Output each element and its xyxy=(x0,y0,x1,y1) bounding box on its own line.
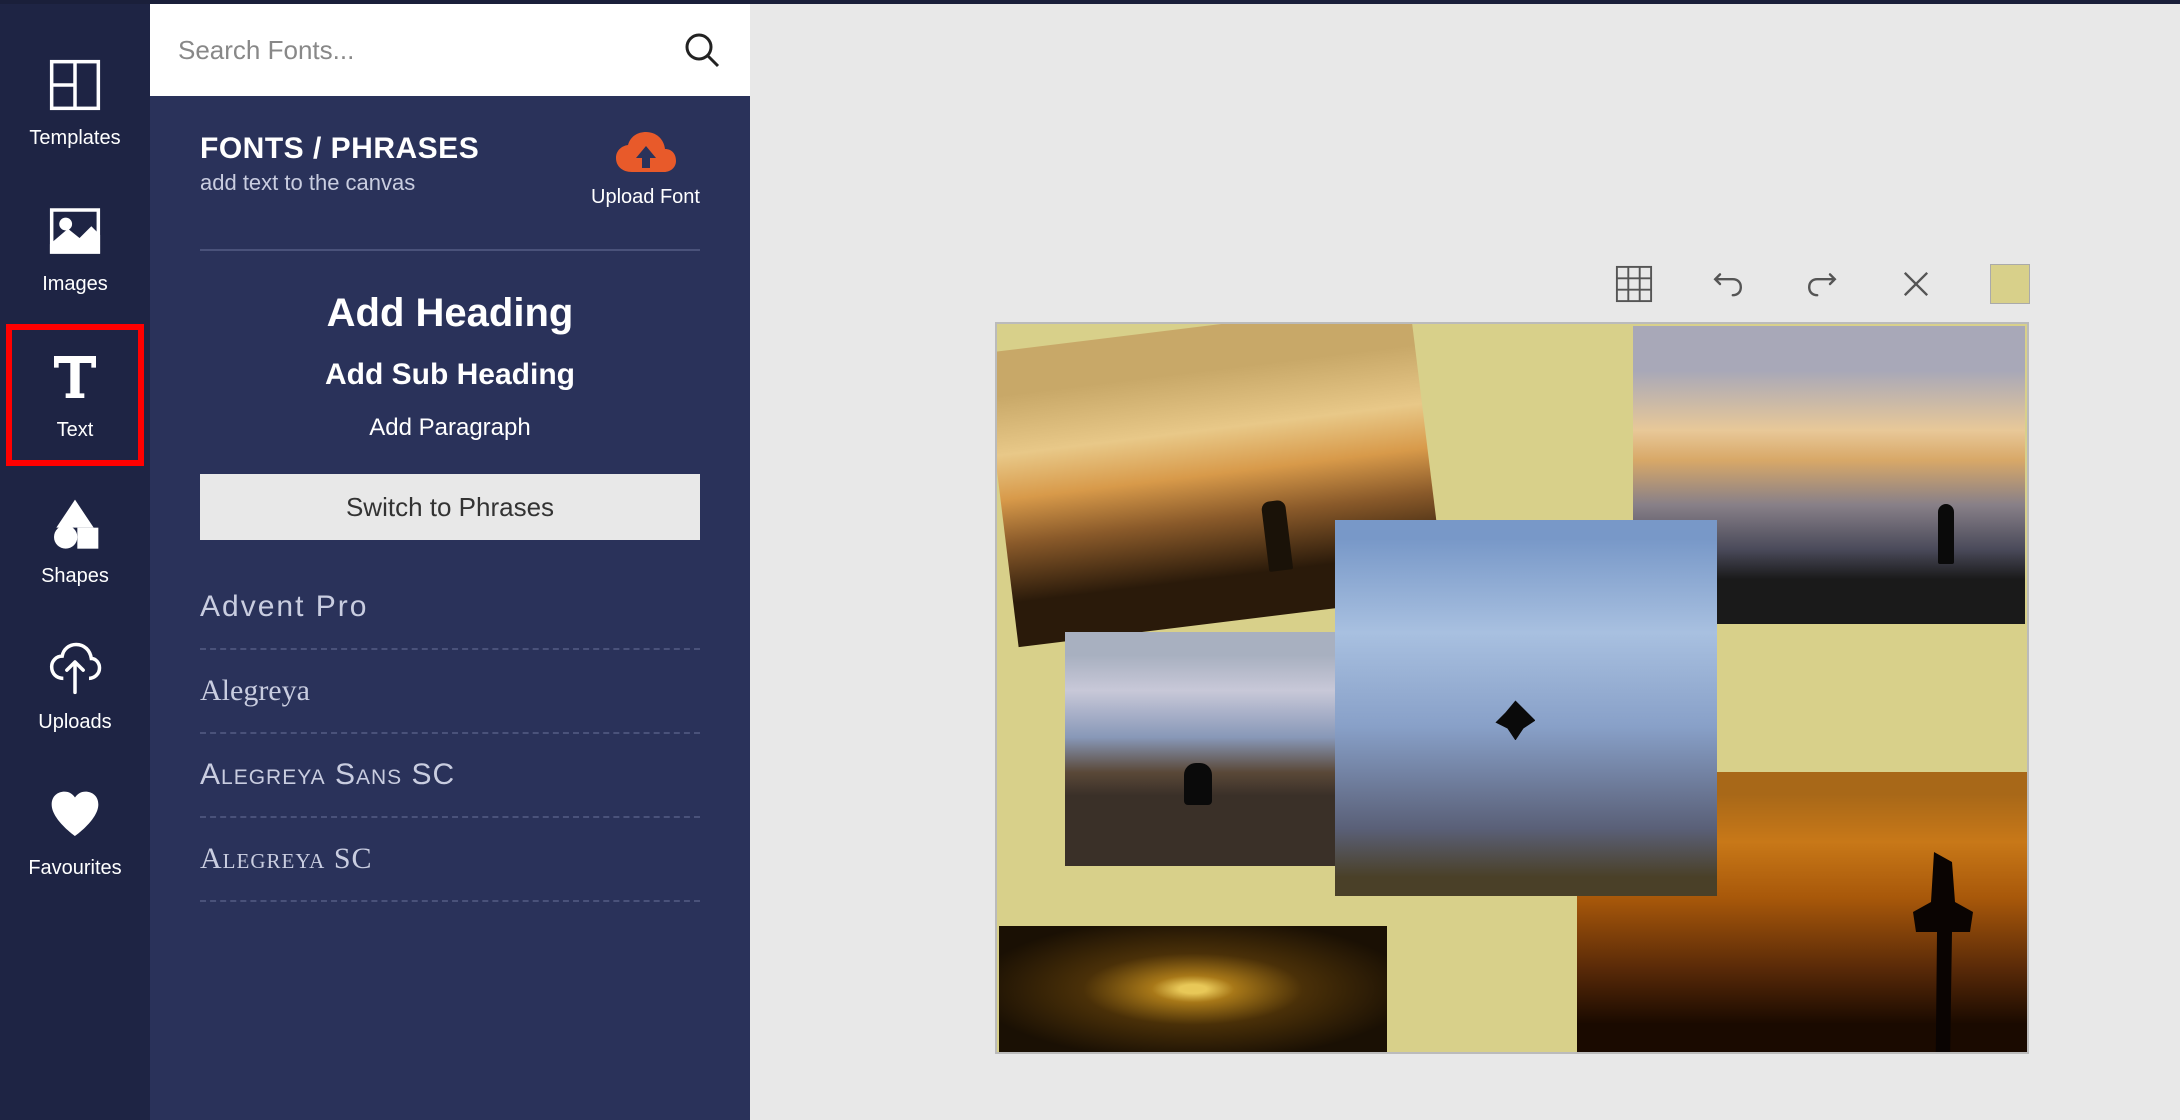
canvas-toolbar xyxy=(1614,264,2030,304)
nav-label: Favourites xyxy=(28,857,121,880)
nav-label: Images xyxy=(42,273,108,296)
font-list: Advent Pro Alegreya Alegreya Sans SC Ale… xyxy=(150,540,750,902)
panel-divider xyxy=(200,249,700,251)
nav-label: Text xyxy=(57,419,94,442)
add-heading-button[interactable]: Add Heading xyxy=(327,291,574,336)
nav-item-shapes[interactable]: Shapes xyxy=(6,470,144,612)
search-bar xyxy=(150,4,750,96)
panel-title: FONTS / PHRASES xyxy=(200,132,479,166)
canvas-image[interactable] xyxy=(1065,632,1335,866)
grid-icon[interactable] xyxy=(1614,264,1654,304)
upload-cloud-icon xyxy=(614,132,678,180)
text-icon xyxy=(47,349,103,405)
search-icon[interactable] xyxy=(682,30,722,70)
font-item-alegreya-sc[interactable]: Alegreya SC xyxy=(200,818,700,902)
redo-icon[interactable] xyxy=(1802,264,1842,304)
canvas-frame[interactable] xyxy=(995,322,2029,1054)
background-color-swatch[interactable] xyxy=(1990,264,2030,304)
nav-item-text[interactable]: Text xyxy=(6,324,144,466)
nav-item-images[interactable]: Images xyxy=(6,178,144,320)
upload-font-button[interactable]: Upload Font xyxy=(591,132,700,209)
nav-label: Templates xyxy=(29,127,120,150)
fonts-panel: FONTS / PHRASES add text to the canvas U… xyxy=(150,4,750,1120)
templates-icon xyxy=(47,57,103,113)
uploads-icon xyxy=(47,641,103,697)
font-item-advent-pro[interactable]: Advent Pro xyxy=(200,580,700,650)
nav-item-templates[interactable]: Templates xyxy=(6,32,144,174)
switch-to-phrases-button[interactable]: Switch to Phrases xyxy=(200,474,700,540)
canvas-image[interactable] xyxy=(999,926,1387,1052)
font-item-alegreya-sans-sc[interactable]: Alegreya Sans SC xyxy=(200,734,700,818)
images-icon xyxy=(47,203,103,259)
nav-item-favourites[interactable]: Favourites xyxy=(6,762,144,904)
upload-font-label: Upload Font xyxy=(591,186,700,209)
search-input[interactable] xyxy=(178,35,682,66)
font-item-alegreya[interactable]: Alegreya xyxy=(200,650,700,734)
nav-label: Uploads xyxy=(38,711,111,734)
favourites-icon xyxy=(47,787,103,843)
close-icon[interactable] xyxy=(1896,264,1936,304)
add-paragraph-button[interactable]: Add Paragraph xyxy=(369,414,530,442)
nav-label: Shapes xyxy=(41,565,109,588)
nav-sidebar: Templates Images Text xyxy=(0,4,150,1120)
add-subheading-button[interactable]: Add Sub Heading xyxy=(325,358,575,392)
shapes-icon xyxy=(47,495,103,551)
undo-icon[interactable] xyxy=(1708,264,1748,304)
canvas-image[interactable] xyxy=(1335,520,1717,896)
panel-subtitle: add text to the canvas xyxy=(200,170,479,196)
nav-item-uploads[interactable]: Uploads xyxy=(6,616,144,758)
canvas-area xyxy=(750,4,2180,1120)
